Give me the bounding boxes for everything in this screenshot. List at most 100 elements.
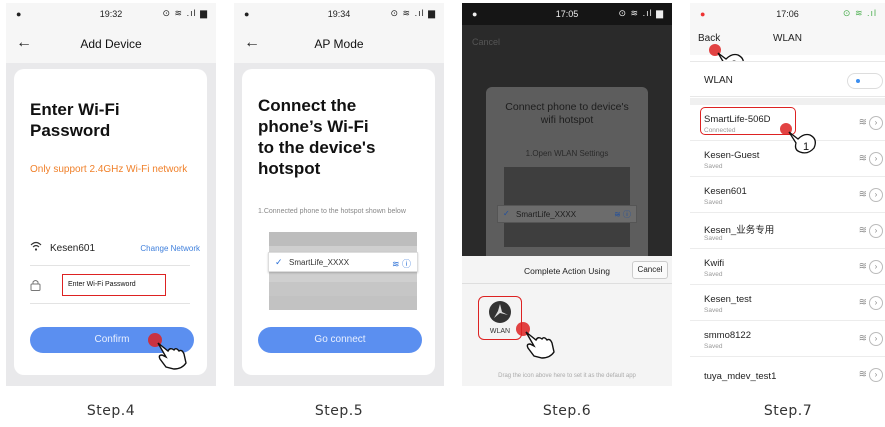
network-name: Kesen_业务专用 (704, 225, 775, 236)
wlan-toggle-row: WLAN (690, 61, 885, 97)
hotspot-name: SmartLife_XXXX (289, 258, 350, 267)
wifi-info-icon: ≋ ⓘ (614, 210, 631, 219)
action-sheet: Complete Action Using Cancel WLAN Drag t… (462, 256, 672, 386)
page-title: Add Device (80, 37, 142, 51)
preview-strip (269, 282, 417, 296)
phone-step7: ● 17:06 ⊙ ≋ .ıl Back WLAN 2 WLAN SmartLi… (690, 3, 885, 386)
hand-pointer-icon (514, 320, 556, 360)
preview-strip (269, 232, 417, 246)
instruction-text: 1.Connected phone to the hotspot shown b… (258, 208, 406, 215)
info-icon[interactable]: › (869, 152, 883, 166)
heading-line: Password (30, 121, 111, 140)
cancel-link[interactable]: Cancel (472, 37, 500, 47)
lock-icon (30, 279, 41, 294)
network-row[interactable]: Kesen601 Saved ≋ › (690, 179, 885, 213)
default-app-hint: Drag the icon above here to set it as th… (498, 373, 636, 379)
wifi-icon: ≋ (858, 369, 867, 380)
page-title: AP Mode (314, 37, 364, 51)
heading-line: phone’s Wi-Fi (258, 117, 369, 136)
navbar: ← AP Mode (234, 25, 444, 63)
wifi-icon: ≋ (858, 117, 867, 128)
network-row[interactable]: Kesen_test Saved ≋ › (690, 287, 885, 321)
checkmark-icon: ✓ (503, 209, 510, 218)
status-icons: ⊙ ≋ .ıl (842, 8, 877, 18)
sheet-cancel-button[interactable]: Cancel (632, 261, 668, 279)
step-label: Step.5 (314, 403, 364, 419)
hand-pointer-icon (146, 331, 188, 371)
status-bar: ● 17:05 ⊙ ≋ .ıl ▆ (462, 3, 672, 25)
password-input[interactable]: Enter Wi-Fi Password (62, 274, 166, 296)
step-label: Step.7 (763, 403, 813, 419)
wifi-icon: ≋ (858, 153, 867, 164)
network-name: Kesen601 (704, 186, 747, 197)
wlan-app-icon (489, 301, 511, 323)
status-bar: ● 17:06 ⊙ ≋ .ıl (690, 3, 885, 25)
sheet-header: Complete Action Using Cancel (462, 256, 672, 284)
go-connect-button[interactable]: Go connect (258, 327, 422, 353)
network-name: tuya_mdev_test1 (704, 371, 777, 382)
wifi-icon: ≋ (858, 261, 867, 272)
preview-strip (269, 296, 417, 310)
wifi-icon: ≋ (858, 333, 867, 344)
info-icon[interactable]: › (869, 332, 883, 346)
dimmed-card: Connect phone to device's wifi hotspot 1… (486, 87, 648, 269)
hotspot-row: ✓ SmartLife_XXXX ≋ ⓘ (497, 205, 637, 223)
step-label: Step.6 (542, 403, 592, 419)
info-icon[interactable]: › (869, 260, 883, 274)
card-title: Connect phone to device's wifi hotspot (505, 101, 629, 126)
step-label: Step.4 (86, 403, 136, 419)
hotspot-row: ✓ SmartLife_XXXX ≋ ⓘ (268, 252, 418, 272)
status-bar: ● 19:32 ⊙ ≋ .ıl ▆ (6, 3, 216, 25)
network-row[interactable]: tuya_mdev_test1 ≋ › (690, 359, 885, 386)
heading-line: Connect the (258, 96, 357, 115)
network-name: smmo8122 (704, 330, 751, 341)
wifi-row: Kesen601 Change Network (30, 241, 200, 257)
network-name: Kesen_test (704, 294, 752, 305)
wifi-name: Kesen601 (50, 243, 96, 254)
network-status: Saved (704, 235, 723, 242)
heading-line: hotspot (258, 159, 321, 178)
wifi-info-icon: ≋ ⓘ (391, 259, 411, 269)
section-gap (690, 98, 885, 105)
checkmark-icon: ✓ (275, 257, 283, 267)
wlan-toggle[interactable] (847, 73, 883, 89)
phone-step6: ● 17:05 ⊙ ≋ .ıl ▆ Cancel Connect phone t… (462, 3, 672, 386)
wifi-icon (30, 241, 42, 254)
network-status: Saved (704, 199, 723, 206)
wlan-toggle-label: WLAN (704, 75, 733, 86)
card-subtitle: 1.Open WLAN Settings (525, 149, 609, 158)
network-status: Saved (704, 307, 723, 314)
callout-1-icon (780, 123, 816, 154)
info-icon[interactable]: › (869, 116, 883, 130)
network-row[interactable]: smmo8122 Saved ≋ › (690, 323, 885, 357)
divider (30, 303, 190, 304)
status-bar: ● 19:34 ⊙ ≋ .ıl ▆ (234, 3, 444, 25)
status-icons: ⊙ ≋ .ıl ▆ (390, 8, 436, 18)
network-row[interactable]: Kesen_业务专用 Saved ≋ › (690, 215, 885, 249)
heading: Enter Wi-Fi Password (30, 99, 120, 141)
wifi-icon: ≋ (858, 225, 867, 236)
ap-mode-card: Connect the phone’s Wi-Fi to the device'… (242, 69, 435, 375)
change-network-link[interactable]: Change Network (140, 244, 200, 253)
navbar: ← Add Device (6, 25, 216, 63)
phone-step5: ● 19:34 ⊙ ≋ .ıl ▆ ← AP Mode Connect the … (234, 3, 444, 386)
info-icon[interactable]: › (869, 224, 883, 238)
phone-step4: ● 19:32 ⊙ ≋ .ıl ▆ ← Add Device Enter Wi-… (6, 3, 216, 386)
status-icons: ⊙ ≋ .ıl ▆ (618, 8, 664, 18)
wifi-icon: ≋ (858, 189, 867, 200)
password-card: Enter Wi-Fi Password Only support 2.4GHz… (14, 69, 207, 375)
wifi-icon: ≋ (858, 297, 867, 308)
network-status: Saved (704, 271, 723, 278)
frequency-notice: Only support 2.4GHz Wi-Fi network (30, 164, 188, 175)
info-icon[interactable]: › (869, 368, 883, 382)
status-icons: ⊙ ≋ .ıl ▆ (162, 8, 208, 18)
network-status: Saved (704, 163, 723, 170)
network-row[interactable]: Kwifi Saved ≋ › (690, 251, 885, 285)
divider (30, 265, 190, 266)
callout-1-label: 1 (803, 141, 810, 153)
info-icon[interactable]: › (869, 188, 883, 202)
info-icon[interactable]: › (869, 296, 883, 310)
hotspot-name: SmartLife_XXXX (516, 210, 577, 219)
network-name: Kesen-Guest (704, 150, 760, 161)
heading: Connect the phone’s Wi-Fi to the device'… (258, 95, 375, 179)
